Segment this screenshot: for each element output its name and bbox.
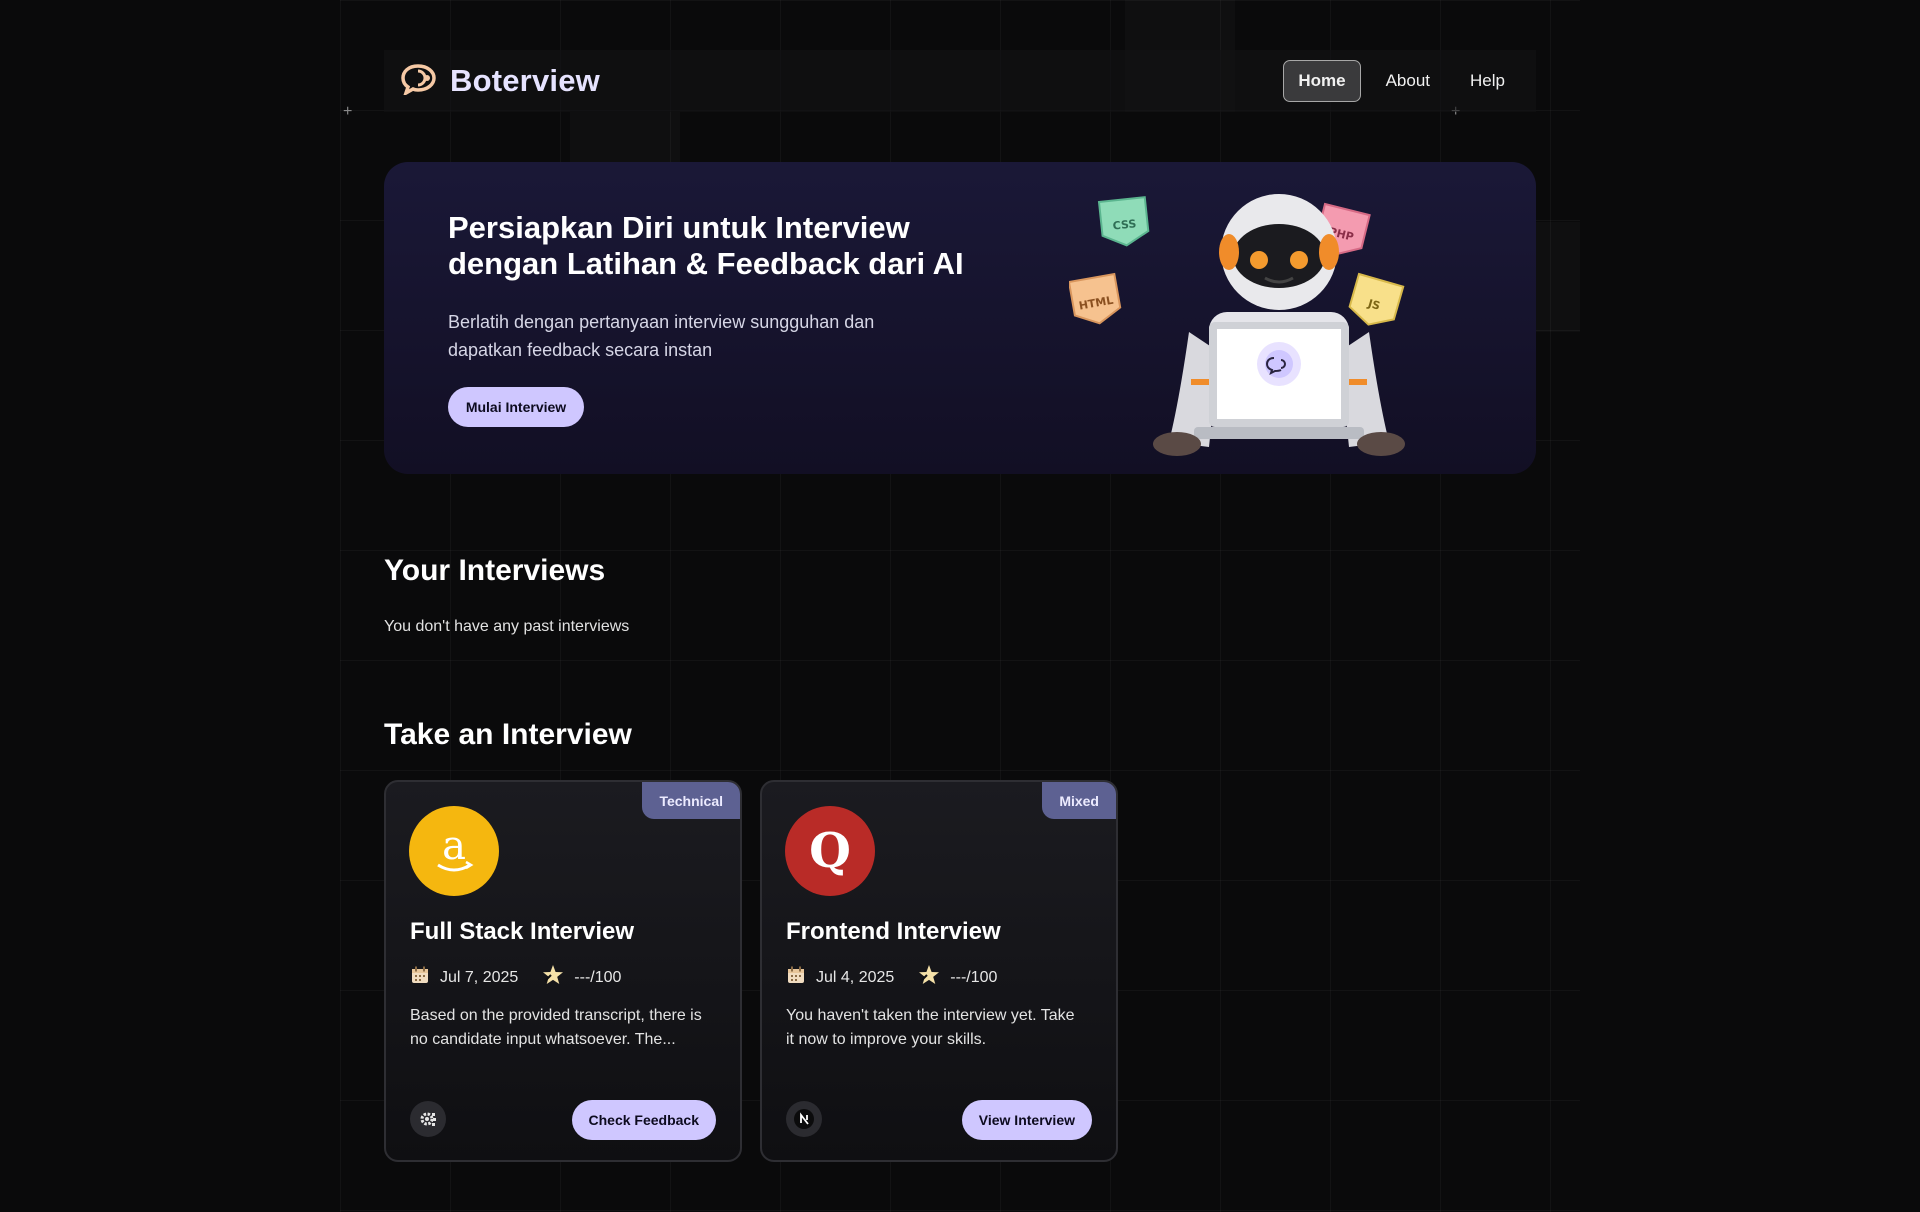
interview-card: Technical a Full Stack Interview Jul 7, … [384,780,742,1162]
no-interviews-text: You don't have any past interviews [384,618,630,635]
html-tag-icon: HTML [1069,272,1122,325]
quora-logo-icon: Q [785,806,875,896]
card-description-line: it now to improve your skills. [786,1031,987,1048]
hero-subtitle-line: Berlatih dengan pertanyaan interview sun… [448,312,875,332]
calendar-icon [786,965,806,990]
interview-type-badge: Technical [642,782,740,819]
quora-logo-glyph: Q [809,823,851,879]
nav-links: Home About Help [1283,60,1536,102]
card-title: Frontend Interview [786,918,1001,945]
background-tile [570,112,680,162]
hero-banner: Persiapkan Diri untuk Interview dengan L… [384,162,1536,474]
amazon-logo-icon: a [409,806,499,896]
start-interview-button[interactable]: Mulai Interview [448,387,584,427]
hero-title: Persiapkan Diri untuk Interview dengan L… [448,210,1008,282]
date-meta: Jul 4, 2025 [786,965,894,990]
score-meta: ---/100 [542,964,621,991]
hero-title-line: dengan Latihan & Feedback dari AI [448,246,964,281]
top-navbar: Boterview Home About Help [384,50,1536,112]
hero-subtitle-line: dapatkan feedback secara instan [448,340,713,360]
view-interview-button[interactable]: View Interview [961,1100,1092,1140]
hero-subtitle: Berlatih dengan pertanyaan interview sun… [448,308,948,364]
interview-date: Jul 7, 2025 [440,968,519,986]
css-tag-label: CSS [1112,217,1137,232]
interview-score: ---/100 [950,968,998,986]
robot-laptop-illustration: CSS PHP HTML JS [1069,194,1405,456]
nav-help-link[interactable]: Help [1455,60,1520,102]
card-description-line: You haven't taken the interview yet. Tak… [786,1007,1075,1024]
check-feedback-button[interactable]: Check Feedback [571,1100,716,1140]
brand-name: Boterview [450,63,600,98]
settings-gear-icon [410,1101,446,1137]
card-description-line: no candidate input whatsoever. The... [410,1031,676,1048]
card-meta: Jul 4, 2025 ---/100 [786,964,997,991]
nav-home-link[interactable]: Home [1283,60,1361,102]
date-meta: Jul 7, 2025 [410,965,518,990]
brand[interactable]: Boterview [384,63,600,100]
sparkle-icon: + [343,103,353,120]
nav-about-link[interactable]: About [1371,60,1445,102]
nextjs-icon [786,1101,822,1137]
card-description-line: Based on the provided transcript, there … [410,1007,702,1024]
amazon-logo-glyph: a [442,823,466,869]
interview-score: ---/100 [574,968,622,986]
interview-date: Jul 4, 2025 [816,968,895,986]
star-icon [542,964,564,991]
card-description: Based on the provided transcript, there … [410,1004,720,1052]
star-icon [918,964,940,991]
css-tag-icon: CSS [1097,196,1150,247]
boterview-logo-icon [400,63,440,100]
interview-card: Mixed Q Frontend Interview Jul 4, 2025 -… [760,780,1118,1162]
calendar-icon [410,965,430,990]
card-meta: Jul 7, 2025 ---/100 [410,964,621,991]
background-tile [1536,222,1580,332]
card-description: You haven't taken the interview yet. Tak… [786,1004,1096,1052]
hero-title-line: Persiapkan Diri untuk Interview [448,210,910,245]
score-meta: ---/100 [918,964,997,991]
card-title: Full Stack Interview [410,918,635,945]
interview-type-badge: Mixed [1042,782,1116,819]
js-tag-icon: JS [1348,272,1405,326]
take-interview-title: Take an Interview [384,718,632,751]
your-interviews-title: Your Interviews [384,554,606,587]
